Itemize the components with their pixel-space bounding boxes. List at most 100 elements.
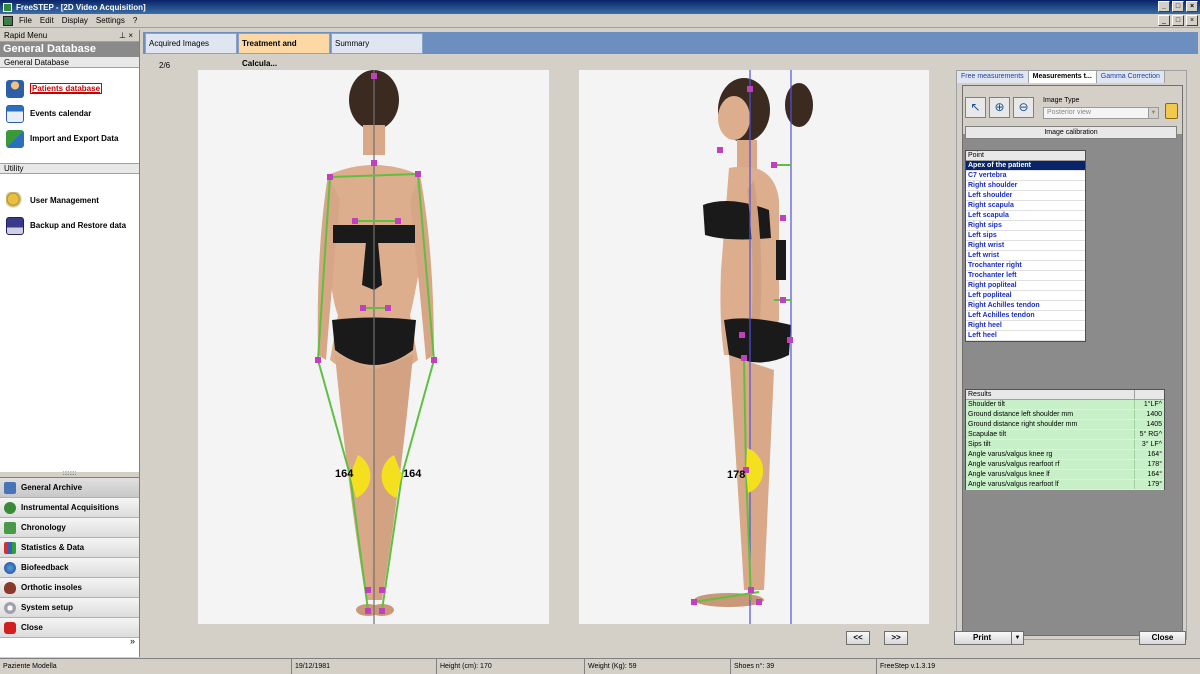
footprints-icon [4, 501, 16, 514]
list-item[interactable]: Right scapula [966, 201, 1085, 211]
posterior-view-image[interactable]: 164 164 [198, 70, 549, 624]
setup-icon [4, 601, 16, 614]
list-item[interactable]: Left shoulder [966, 191, 1085, 201]
list-item[interactable]: Right wrist [966, 241, 1085, 251]
tab-free-measurements[interactable]: Free measurements [957, 71, 1029, 83]
list-item[interactable]: Right sips [966, 221, 1085, 231]
section-general-database: General Database [0, 57, 139, 68]
table-row[interactable]: Ground distance left shoulder mm 1400 [966, 410, 1164, 420]
close-window-button[interactable]: × [1186, 1, 1198, 12]
list-item[interactable]: Left sips [966, 231, 1085, 241]
print-options-dropdown[interactable]: ▼ [1011, 631, 1024, 645]
previous-image-button[interactable]: << [846, 631, 870, 645]
list-item[interactable]: Left Achilles tendon [966, 311, 1085, 321]
section-utility: Utility [0, 163, 139, 174]
nav-chronology[interactable]: Chronology [0, 518, 139, 538]
status-bar: Paziente Modella 19/12/1981 Height (cm):… [0, 658, 1200, 674]
table-row[interactable]: Ground distance right shoulder mm 1405 [966, 420, 1164, 430]
window-title: FreeSTEP - [2D Video Acquisition] [16, 2, 146, 12]
list-item[interactable]: Right Achilles tendon [966, 301, 1085, 311]
list-item[interactable]: Apex of the patient [966, 161, 1085, 171]
image-type-select[interactable]: Posterior view ▼ [1043, 107, 1159, 119]
patients-database-item[interactable]: Patients database [0, 76, 139, 101]
menu-bar: File Edit Display Settings ? _ □ × [0, 14, 1200, 28]
tab-treatment-calculation[interactable]: Treatment and Calcula... [238, 33, 330, 68]
import-export-icon [6, 129, 24, 148]
zoom-in-icon[interactable]: ⊕ [989, 97, 1010, 118]
nav-instrumental-acquisitions[interactable]: Instrumental Acquisitions [0, 498, 139, 518]
expand-more-icon[interactable]: » [130, 636, 135, 646]
close-button[interactable]: Close [1139, 631, 1186, 645]
patients-database-label: Patients database [30, 83, 103, 94]
nav-biofeedback[interactable]: Biofeedback [0, 558, 139, 578]
globe-icon [4, 561, 16, 574]
measurement-panel: Free measurements Measurements t... Gamm… [956, 70, 1187, 640]
menu-edit[interactable]: Edit [40, 16, 54, 25]
pointer-icon[interactable]: ↖ [965, 97, 986, 118]
menu-settings[interactable]: Settings [96, 16, 125, 25]
chevron-down-icon[interactable]: ▼ [1148, 108, 1158, 118]
tab-measurements-template[interactable]: Measurements t... [1028, 71, 1097, 83]
child-restore-button[interactable]: □ [1172, 15, 1184, 26]
table-row[interactable]: Scapulae tilt 5° RG^ [966, 430, 1164, 440]
results-table[interactable]: Results Shoulder tilt 1°LF^ Ground distan… [965, 389, 1165, 490]
menu-display[interactable]: Display [62, 16, 88, 25]
nav-system-setup[interactable]: System setup [0, 598, 139, 618]
list-item[interactable]: Trochanter left [966, 271, 1085, 281]
status-height: Height (cm): 170 [437, 659, 585, 674]
zoom-out-icon[interactable]: ⊖ [1013, 97, 1034, 118]
status-version: FreeStep v.1.3.19 [880, 663, 936, 670]
insole-icon [4, 581, 16, 594]
menu-file[interactable]: File [19, 16, 32, 25]
nav-label: Close [21, 623, 43, 632]
events-calendar-item[interactable]: Events calendar [0, 101, 139, 126]
print-button[interactable]: Print [954, 631, 1012, 645]
list-item[interactable]: Right shoulder [966, 181, 1085, 191]
tab-acquired-images[interactable]: Acquired Images [145, 33, 237, 54]
rearfoot-angle-label: 178 [727, 469, 745, 481]
nav-close[interactable]: Close [0, 618, 139, 638]
table-row[interactable]: Angle varus/valgus rearfoot lf 179° [966, 480, 1164, 490]
minimize-button[interactable]: _ [1158, 1, 1170, 12]
maximize-button[interactable]: □ [1172, 1, 1184, 12]
pin-icon[interactable]: ⊥ × [119, 31, 133, 40]
list-item[interactable]: Right heel [966, 321, 1085, 331]
lock-icon[interactable] [1165, 103, 1178, 119]
lateral-view-image[interactable]: 178 [579, 70, 929, 624]
result-name: Sips tilt [966, 440, 1135, 449]
list-item[interactable]: Right popliteal [966, 281, 1085, 291]
user-management-item[interactable]: User Management [0, 188, 139, 213]
child-minimize-button[interactable]: _ [1158, 15, 1170, 26]
list-item[interactable]: Left heel [966, 331, 1085, 341]
list-item[interactable]: Left popliteal [966, 291, 1085, 301]
table-row[interactable]: Shoulder tilt 1°LF^ [966, 400, 1164, 410]
backup-restore-item[interactable]: Backup and Restore data [0, 213, 139, 238]
import-export-item[interactable]: Import and Export Data [0, 126, 139, 151]
table-row[interactable]: Sips tilt 3° LF^ [966, 440, 1164, 450]
document-icon[interactable] [3, 15, 13, 26]
result-value: 164° [1147, 451, 1162, 458]
table-row[interactable]: Angle varus/valgus knee rg 164° [966, 450, 1164, 460]
point-list[interactable]: Point Apex of the patient C7 vertebra Ri… [965, 150, 1086, 342]
image-calibration-button[interactable]: Image calibration [965, 126, 1177, 139]
child-close-button[interactable]: × [1186, 15, 1198, 26]
result-name: Shoulder tilt [966, 400, 1135, 409]
nav-statistics-data[interactable]: Statistics & Data [0, 538, 139, 558]
tab-gamma-correction[interactable]: Gamma Correction [1096, 71, 1165, 83]
list-item[interactable]: Trochanter right [966, 261, 1085, 271]
backup-restore-label: Backup and Restore data [30, 221, 127, 230]
tab-summary[interactable]: Summary [331, 33, 423, 54]
tab-strip: Acquired Images Treatment and Calcula...… [143, 32, 1198, 68]
list-item[interactable]: Left scapula [966, 211, 1085, 221]
nav-general-archive[interactable]: General Archive [0, 478, 139, 498]
list-item[interactable]: Left wrist [966, 251, 1085, 261]
status-weight: Weight (Kg): 59 [585, 659, 731, 674]
nav-orthotic-insoles[interactable]: Orthotic insoles [0, 578, 139, 598]
list-item[interactable]: C7 vertebra [966, 171, 1085, 181]
menu-help[interactable]: ? [133, 16, 137, 25]
table-row[interactable]: Angle varus/valgus knee lf 164° [966, 470, 1164, 480]
power-icon [4, 621, 16, 634]
next-image-button[interactable]: >> [884, 631, 908, 645]
nav-label: Statistics & Data [21, 543, 85, 552]
table-row[interactable]: Angle varus/valgus rearfoot rf 178° [966, 460, 1164, 470]
